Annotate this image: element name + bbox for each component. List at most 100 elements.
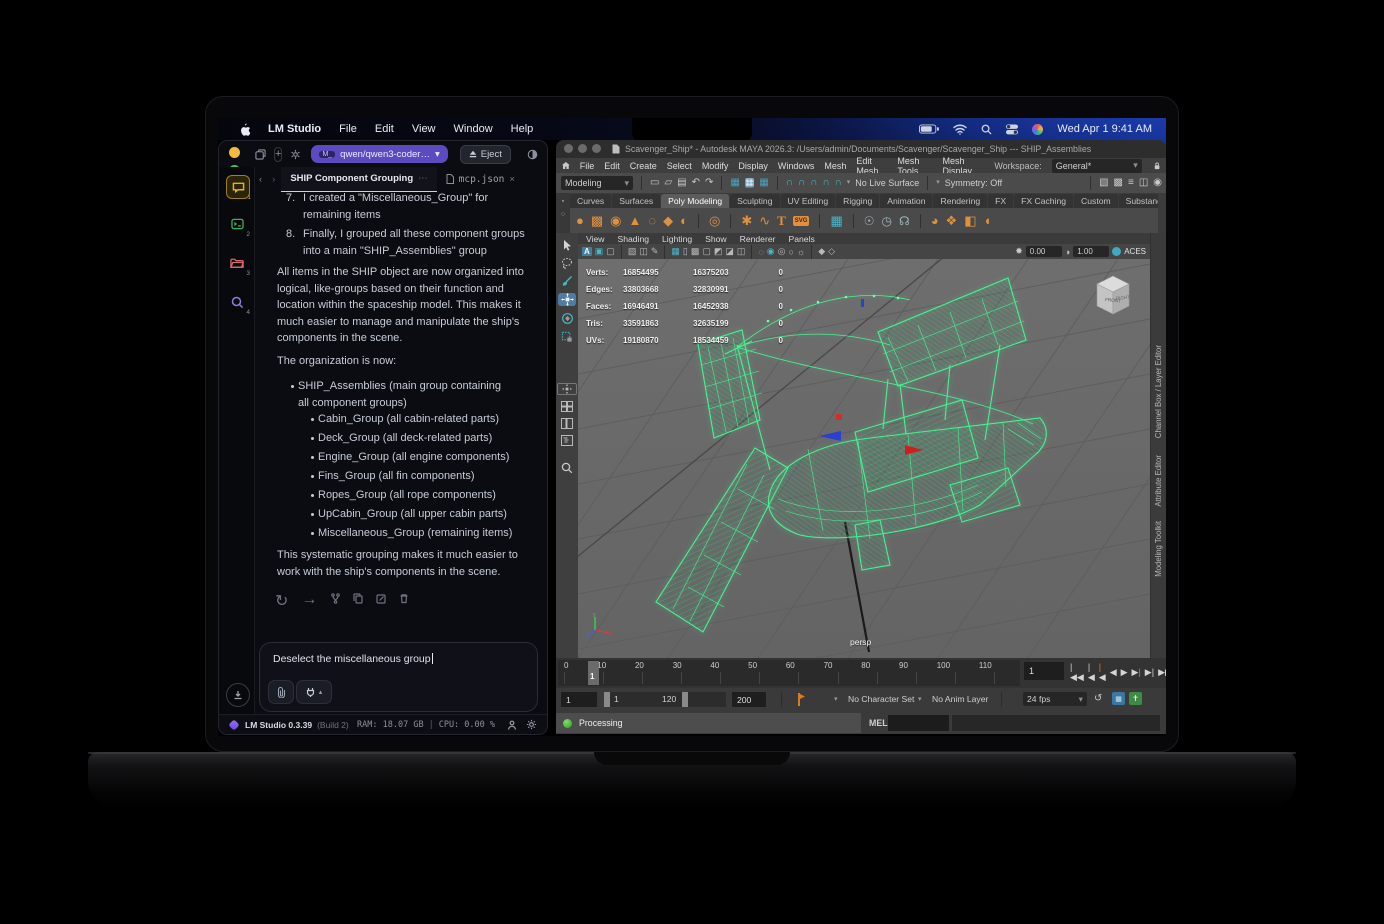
download-tray-button[interactable] xyxy=(226,683,250,707)
new-scene-icon[interactable]: ▭ xyxy=(650,178,659,188)
isolate-select-icon[interactable]: ◎ xyxy=(778,246,786,257)
gamma-icon[interactable]: ◑ xyxy=(1065,247,1070,257)
tab-attribute-editor[interactable]: Attribute Editor xyxy=(1154,455,1163,507)
step-forward-key-button[interactable]: ▶| xyxy=(1145,667,1154,678)
image-plane-icon[interactable]: ▧ xyxy=(628,246,637,257)
panel-menu-panels[interactable]: Panels xyxy=(788,234,814,244)
wrench-icon[interactable] xyxy=(546,149,548,160)
2d-pan-icon[interactable]: ◫ xyxy=(639,246,648,257)
select-tool-icon[interactable] xyxy=(558,239,576,251)
layout-outliner-icon[interactable] xyxy=(558,435,576,446)
shelf-tab-fx[interactable]: FX xyxy=(988,194,1013,208)
save-scene-icon[interactable]: ▤ xyxy=(677,178,686,188)
symmetry-status[interactable]: Symmetry: Off xyxy=(945,178,1002,188)
maya-menu-select[interactable]: Select xyxy=(667,161,692,171)
xray-joints-icon[interactable]: ◉ xyxy=(767,246,775,257)
redo-icon[interactable]: ↷ xyxy=(705,178,713,188)
shelf-tab-substance[interactable]: Substance xyxy=(1119,194,1158,208)
shelf-tab-poly-modeling[interactable]: Poly Modeling xyxy=(661,194,729,208)
attach-file-button[interactable] xyxy=(268,680,294,704)
plane-tool-icon[interactable]: ◆ xyxy=(663,214,673,227)
scale-tool-icon[interactable] xyxy=(558,331,576,343)
step-back-frame-button[interactable]: |◀ xyxy=(1099,662,1106,683)
continue-icon[interactable]: → xyxy=(301,591,317,611)
bookmark-icon[interactable]: ▢ xyxy=(606,246,615,257)
home-icon[interactable] xyxy=(562,161,570,170)
maya-close-button[interactable] xyxy=(564,144,573,153)
snap-curve-icon[interactable]: ∩ xyxy=(798,178,805,188)
maya-menu-windows[interactable]: Windows xyxy=(778,161,815,171)
sidebar-item-my-models[interactable]: 3 xyxy=(226,252,248,274)
live-surface-status[interactable]: No Live Surface xyxy=(855,178,919,188)
mel-input-field[interactable] xyxy=(888,715,949,731)
menubar-item-file[interactable]: File xyxy=(339,123,357,135)
menubar-item-edit[interactable]: Edit xyxy=(375,123,394,135)
fps-selector[interactable]: 24 fps▾ xyxy=(1023,692,1087,706)
maya-menu-modify[interactable]: Modify xyxy=(702,161,729,171)
tab-chat[interactable]: SHIP Component Grouping ⋯ xyxy=(281,167,436,192)
sphere-tool-icon[interactable]: ● xyxy=(576,214,584,227)
spotlight-icon[interactable] xyxy=(981,124,992,135)
paint-select-tool-icon[interactable] xyxy=(558,275,576,287)
svg-tool-icon[interactable]: SVG xyxy=(793,216,810,226)
range-slider-track[interactable]: 1 120 xyxy=(604,692,726,707)
disc-tool-icon[interactable]: ◐ xyxy=(680,214,688,227)
blocks-tool-icon[interactable]: ◧ xyxy=(964,214,976,227)
layout-two-pane-icon[interactable] xyxy=(558,418,576,429)
move-tool-icon[interactable] xyxy=(558,293,576,306)
uv-editor-icon[interactable]: ▦ xyxy=(830,213,842,229)
anim-layer-selector[interactable]: No Anim Layer xyxy=(932,694,988,704)
minimize-window-button[interactable] xyxy=(229,147,240,158)
set-key-icon[interactable] xyxy=(796,693,806,706)
select-object-icon[interactable]: ▦ xyxy=(745,178,754,188)
split-window-icon[interactable] xyxy=(255,149,266,160)
ao-icon[interactable]: ◪ xyxy=(725,246,734,257)
sweep-mesh-icon[interactable]: ✱ xyxy=(741,214,752,227)
play-forward-button[interactable]: ▶ xyxy=(1121,667,1128,678)
panel-menu-shading[interactable]: Shading xyxy=(617,234,649,244)
timer-tool-icon[interactable]: ◷ xyxy=(882,214,892,228)
exposure-icon[interactable]: ✸ xyxy=(1015,246,1023,257)
gamma-field[interactable]: 1.00 xyxy=(1073,246,1109,257)
cone-tool-icon[interactable]: ▲ xyxy=(629,214,642,227)
menubar-item-window[interactable]: Window xyxy=(454,123,493,135)
open-scene-icon[interactable]: ▱ xyxy=(664,178,672,188)
layout-single-pane-icon[interactable] xyxy=(557,383,577,395)
undo-icon[interactable]: ↶ xyxy=(692,178,700,188)
shelf-options-icon[interactable]: ○ xyxy=(561,211,565,218)
lights-icon[interactable]: ☼ xyxy=(797,247,805,257)
textured-mode-icon[interactable]: ▩ xyxy=(691,246,700,257)
menubar-item-view[interactable]: View xyxy=(412,123,436,135)
select-component-icon[interactable]: ▦ xyxy=(759,178,768,188)
step-forward-frame-button[interactable]: ▶| xyxy=(1132,667,1141,678)
snap-surface-icon[interactable]: ∩ xyxy=(835,178,842,188)
tab-menu-icon[interactable]: ⋯ xyxy=(418,173,428,184)
chat-input-box[interactable]: Deselect the miscellaneous group ▴ maya-… xyxy=(259,642,538,712)
platonic-tool-icon[interactable]: ◎ xyxy=(709,214,720,227)
chevron-down-icon[interactable]: ▾ xyxy=(918,695,922,703)
select-camera-icon[interactable]: A xyxy=(582,247,592,256)
shelf-tab-sculpting[interactable]: Sculpting xyxy=(730,194,779,208)
go-to-start-button[interactable]: |◀◀ xyxy=(1070,662,1084,683)
lock-camera-icon[interactable]: ▣ xyxy=(595,246,604,257)
remesh-tool-icon[interactable]: ❖ xyxy=(946,214,958,227)
lasso-tool-icon[interactable] xyxy=(558,257,576,269)
shelf-menu-icon[interactable]: ▪ xyxy=(562,198,564,205)
apple-icon[interactable] xyxy=(238,122,250,136)
animation-prefs-icon[interactable]: ▦ xyxy=(1112,692,1125,705)
select-hierarchy-icon[interactable]: ▦ xyxy=(730,178,739,188)
motion-blur-icon[interactable]: ◫ xyxy=(737,246,746,257)
character-icon[interactable]: ▩ xyxy=(1114,178,1123,188)
chevron-down-icon[interactable]: ▾ xyxy=(834,695,838,703)
shelf-tab-custom[interactable]: Custom xyxy=(1074,194,1118,208)
eject-model-button[interactable]: Eject xyxy=(460,145,511,164)
battery-icon[interactable] xyxy=(919,124,939,134)
shaded-mode-icon[interactable]: ▯ xyxy=(683,246,688,257)
bend-tool-icon[interactable]: ◖ xyxy=(984,214,992,227)
shelf-tab-fx-caching[interactable]: FX Caching xyxy=(1014,194,1073,208)
shelf-tab-uv-editing[interactable]: UV Editing xyxy=(781,194,836,208)
list-icon[interactable]: ≡ xyxy=(1128,178,1134,188)
grid-toggle-icon[interactable]: ◫ xyxy=(1139,178,1148,188)
snap-grid-icon[interactable]: ∩ xyxy=(786,178,793,188)
construction-history-icon[interactable]: ▧ xyxy=(1099,178,1108,188)
